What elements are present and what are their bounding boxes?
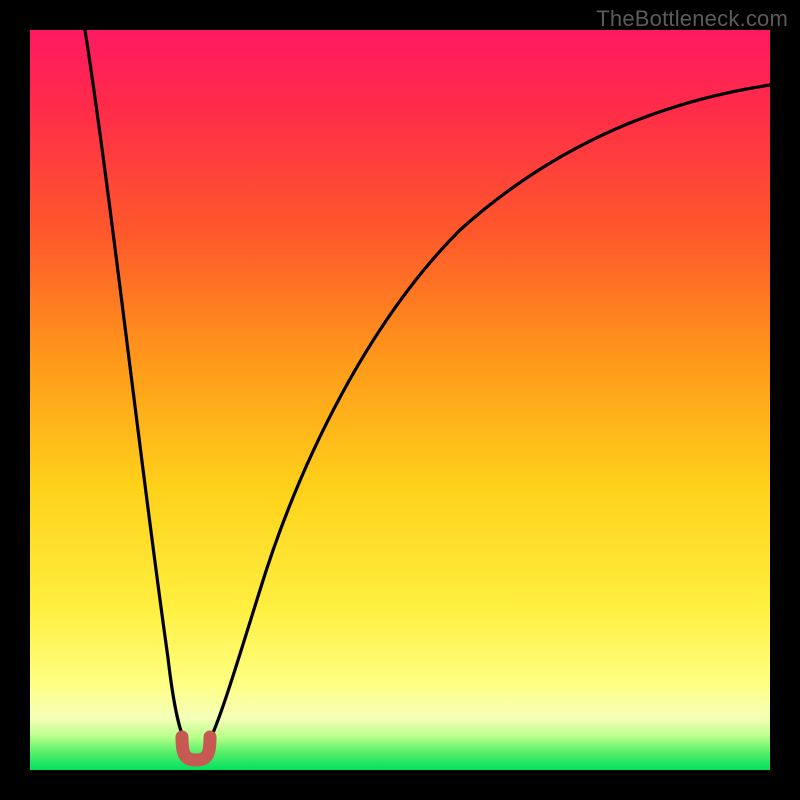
minimum-marker <box>182 737 210 760</box>
watermark-text: TheBottleneck.com <box>596 6 788 32</box>
bottleneck-curve <box>30 30 770 770</box>
plot-area <box>30 30 770 770</box>
